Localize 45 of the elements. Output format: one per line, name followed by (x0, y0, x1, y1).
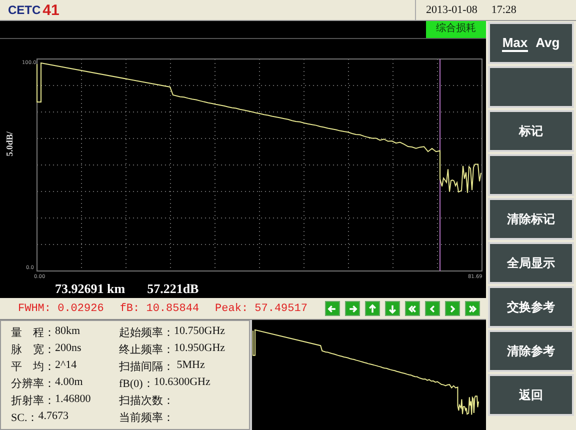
parameter-label: 当前频率： (119, 410, 174, 425)
parameter-value: 10.6300GHz (154, 376, 210, 390)
parameter-label: 扫描间隔： (119, 360, 174, 374)
parameter-value: 4.7673 (38, 410, 68, 424)
time-text: 17:28 (491, 4, 516, 16)
blank-softkey[interactable] (488, 154, 574, 196)
date-text: 2013-01-08 (426, 4, 478, 16)
logo: CETC41 (7, 0, 60, 20)
parameter-label: 起始频率： (119, 326, 174, 340)
softkey-button[interactable]: 清除参考 (488, 330, 574, 372)
double-chevron-left-icon[interactable] (405, 301, 420, 316)
parameter-value: 10.950GHz (174, 342, 226, 356)
parameter-label: 扫描次数： (119, 394, 174, 408)
parameter-label: SC.： (11, 411, 38, 425)
parameter-value: 1.46800 (55, 393, 91, 407)
softkey-button[interactable]: 全局显示 (488, 242, 574, 284)
mode-label: 综合损耗 (426, 21, 486, 38)
parameter-value: 80km (55, 325, 80, 339)
blank-softkey[interactable] (488, 66, 574, 108)
softkey-button[interactable]: 交换参考 (488, 286, 574, 328)
parameter-label: 终止频率： (119, 342, 174, 357)
parameter-value: 5MHz (176, 359, 205, 373)
measurement-text: Peak: 57.49517 (215, 302, 308, 314)
parameter-value: 200ns (55, 342, 82, 356)
softkey-button[interactable]: 标记 (488, 110, 574, 152)
measurement-text: fB: 10.85844 (120, 302, 200, 314)
chevron-left-icon[interactable] (425, 301, 440, 316)
parameter-label: 分辨率： (11, 376, 55, 391)
double-chevron-right-icon[interactable] (465, 301, 480, 316)
level-readout: 57.221dB (147, 280, 199, 296)
parameter-label: 折射率： (11, 394, 55, 408)
parameter-value: 4.00m (55, 376, 83, 390)
parameter-label: fB(0)： (119, 377, 154, 391)
softkey-button[interactable]: 清除标记 (488, 198, 574, 240)
mode-toggle-button[interactable]: Max Avg (488, 22, 574, 64)
parameter-value: 10.750GHz (174, 325, 226, 339)
parameter-label: 脉 宽： (11, 342, 55, 357)
y-scale-label: 5.0dB/ (4, 132, 14, 156)
parameter-label: 平 均： (11, 360, 55, 374)
softkey-button[interactable]: 返回 (488, 374, 574, 416)
distance-readout: 73.92691 km (55, 280, 126, 296)
parameter-label: 量 程： (11, 326, 55, 340)
parameter-value: 2^14 (55, 359, 77, 373)
chevron-right-icon[interactable] (445, 301, 460, 316)
measurement-text: FWHM: 0.02926 (18, 302, 104, 314)
